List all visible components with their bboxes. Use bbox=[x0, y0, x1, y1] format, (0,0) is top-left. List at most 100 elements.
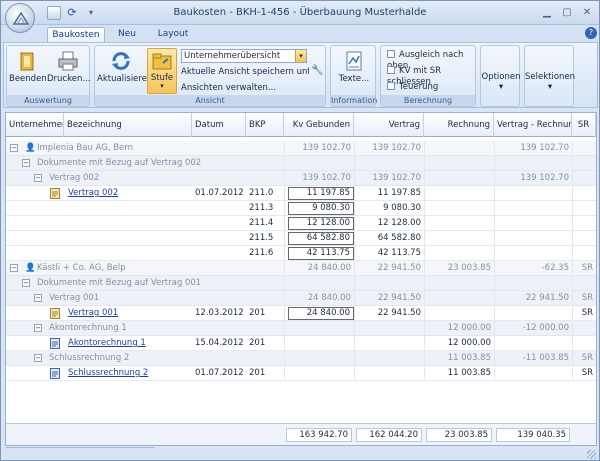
document-link[interactable] bbox=[64, 216, 192, 231]
group-row[interactable]: − Vertrag 001 24 840.00 22 941.50 22 941.50 S… bbox=[6, 291, 596, 306]
kv-gebunden-cell[interactable]: 9 080.30 bbox=[288, 202, 354, 215]
document-link[interactable]: Vertrag 001 bbox=[64, 306, 192, 321]
title-bar: ⟳ ▾ Baukosten - BKH-1-456 - Überbauung M… bbox=[1, 1, 599, 25]
document-link[interactable]: Vertrag 002 bbox=[64, 186, 192, 201]
kv-gebunden-cell[interactable]: 11 197.85 bbox=[288, 187, 354, 200]
group-row[interactable]: − Vertrag 002 139 102.70 139 102.70 139 102.… bbox=[6, 171, 596, 186]
optionen-label: Optionen bbox=[481, 72, 521, 82]
refresh-icon bbox=[112, 52, 130, 70]
document-link[interactable] bbox=[64, 231, 192, 246]
group-row[interactable]: − 👤 Kästli + Co. AG, Belp 24 840.00 22 941.5… bbox=[6, 261, 596, 276]
date-cell bbox=[192, 246, 246, 261]
bkp-cell: 201 bbox=[249, 368, 266, 378]
document-link[interactable] bbox=[64, 201, 192, 216]
group-kv-value: 24 840.00 bbox=[307, 293, 351, 303]
column-header-vertrag-rechnung[interactable]: Vertrag - Rechnung bbox=[494, 113, 572, 137]
kv-gebunden-cell[interactable]: 42 113.75 bbox=[288, 247, 354, 260]
stufe-button[interactable]: Stufe ▾ bbox=[147, 48, 177, 94]
data-rechnung-value bbox=[424, 186, 494, 201]
column-header-vertrag[interactable]: Vertrag bbox=[354, 113, 424, 137]
expand-toggle-icon[interactable]: − bbox=[34, 294, 42, 302]
optionen-button[interactable]: Optionen ▾ bbox=[481, 72, 521, 92]
teuerung-checkbox[interactable]: Teuerung bbox=[387, 82, 438, 93]
expand-toggle-icon[interactable]: − bbox=[10, 144, 18, 152]
app-menu-button[interactable] bbox=[5, 3, 35, 33]
grid-header: Unternehmer Bezeichnung Datum BKP Kv Geb… bbox=[6, 113, 596, 137]
group-label: Dokumente mit Bezug auf Vertrag 002 bbox=[37, 158, 202, 168]
group-row[interactable]: − Akontorechnung 1 12 000.00 -12 000.00 bbox=[6, 321, 596, 336]
document-link[interactable]: Akontorechnung 1 bbox=[64, 336, 192, 351]
date-cell: 01.07.2012 bbox=[195, 188, 244, 198]
manage-views-button[interactable]: Ansichten verwalten... bbox=[181, 83, 309, 93]
kv-gebunden-cell[interactable]: 64 582.80 bbox=[288, 232, 354, 245]
column-header-unternehmer[interactable]: Unternehmer bbox=[6, 113, 64, 137]
group-vertrag-value bbox=[354, 351, 424, 366]
texte-button[interactable]: Texte... bbox=[333, 50, 375, 84]
group-diff-value: -11 003.85 bbox=[522, 353, 569, 363]
aktualisieren-button[interactable]: Aktualisieren bbox=[97, 50, 152, 84]
group-rechnung-value bbox=[424, 141, 494, 156]
tab-baukosten[interactable]: Baukosten bbox=[47, 27, 105, 42]
group-row[interactable]: − 👤 Implenia Bau AG, Bern 139 102.70 139 102… bbox=[6, 141, 596, 156]
expand-toggle-icon[interactable]: − bbox=[34, 354, 42, 362]
date-cell: 12.03.2012 bbox=[195, 308, 244, 318]
drucken-button[interactable]: Drucken... bbox=[47, 50, 90, 84]
expand-toggle-icon[interactable]: − bbox=[34, 324, 42, 332]
group-row[interactable]: − Schlussrechnung 2 11 003.85 -11 003.85 SR bbox=[6, 351, 596, 366]
save-view-button[interactable]: Aktuelle Ansicht speichern unter... bbox=[181, 67, 309, 77]
beenden-button[interactable]: Beenden bbox=[9, 50, 47, 84]
group-diff-value: 22 941.50 bbox=[525, 293, 569, 303]
date-cell bbox=[192, 216, 246, 231]
total-rechnung: 23 003.85 bbox=[426, 428, 492, 442]
group-row[interactable]: − Dokumente mit Bezug auf Vertrag 001 bbox=[6, 276, 596, 291]
column-header-datum[interactable]: Datum bbox=[192, 113, 246, 137]
expand-toggle-icon[interactable]: − bbox=[10, 264, 18, 272]
group-label: Vertrag 001 bbox=[49, 293, 100, 303]
chevron-down-icon[interactable]: ▾ bbox=[295, 50, 306, 62]
kv-gebunden-cell[interactable]: 24 840.00 bbox=[288, 307, 354, 320]
close-icon[interactable]: ✕ bbox=[577, 5, 597, 20]
view-select[interactable]: Unternehmerübersicht ▾ bbox=[181, 49, 307, 63]
selektionen-button[interactable]: Selektionen ▾ bbox=[525, 72, 575, 92]
group-row[interactable]: − Dokumente mit Bezug auf Vertrag 002 bbox=[6, 156, 596, 171]
tab-neu[interactable]: Neu bbox=[109, 27, 145, 42]
help-icon[interactable]: ? bbox=[585, 27, 597, 39]
resize-grip[interactable] bbox=[587, 450, 596, 459]
aktualisieren-label: Aktualisieren bbox=[97, 74, 153, 84]
group-kv-value: 139 102.70 bbox=[302, 173, 351, 183]
expand-toggle-icon[interactable]: − bbox=[22, 159, 30, 167]
expand-toggle-icon[interactable]: − bbox=[34, 174, 42, 182]
document-link[interactable] bbox=[64, 246, 192, 261]
column-header-sr[interactable]: SR bbox=[572, 113, 596, 137]
column-divider bbox=[284, 216, 285, 231]
column-divider bbox=[424, 156, 425, 171]
contract-icon bbox=[50, 186, 62, 201]
maximize-icon[interactable]: ▢ bbox=[557, 5, 577, 20]
group-diff-value: -62.35 bbox=[541, 263, 569, 273]
column-header-bezeichnung[interactable]: Bezeichnung bbox=[64, 113, 192, 137]
group-selektionen: Selektionen ▾ bbox=[524, 45, 575, 107]
wrench-icon[interactable]: 🔧 bbox=[311, 65, 323, 76]
group-kv-value: 139 102.70 bbox=[302, 143, 351, 153]
invoice-icon bbox=[50, 366, 62, 381]
column-header-bkp[interactable]: BKP bbox=[246, 113, 284, 137]
column-header-rechnung[interactable]: Rechnung bbox=[424, 113, 494, 137]
data-sr-value bbox=[572, 231, 596, 246]
printer-icon bbox=[58, 51, 78, 71]
group-vertrag-value: 139 102.70 bbox=[372, 173, 421, 183]
document-link[interactable]: Schlussrechnung 2 bbox=[64, 366, 192, 381]
group-label: Akontorechnung 1 bbox=[49, 323, 127, 333]
group-diff-value: 139 102.70 bbox=[520, 173, 569, 183]
column-header-kv-gebunden[interactable]: Kv Gebunden bbox=[284, 113, 354, 137]
column-divider bbox=[284, 201, 285, 216]
data-sr-value bbox=[572, 201, 596, 216]
column-divider bbox=[284, 276, 285, 291]
expand-toggle-icon[interactable]: − bbox=[22, 279, 30, 287]
kv-gebunden-cell[interactable]: 12 128.00 bbox=[288, 217, 354, 230]
data-vertrag-value: 22 941.50 bbox=[377, 308, 421, 318]
bkp-cell: 211.5 bbox=[249, 233, 274, 243]
chevron-down-icon: ▾ bbox=[547, 82, 553, 92]
minimize-icon[interactable]: ▁ bbox=[537, 5, 557, 20]
column-divider bbox=[284, 366, 285, 381]
tab-layout[interactable]: Layout bbox=[151, 27, 195, 42]
